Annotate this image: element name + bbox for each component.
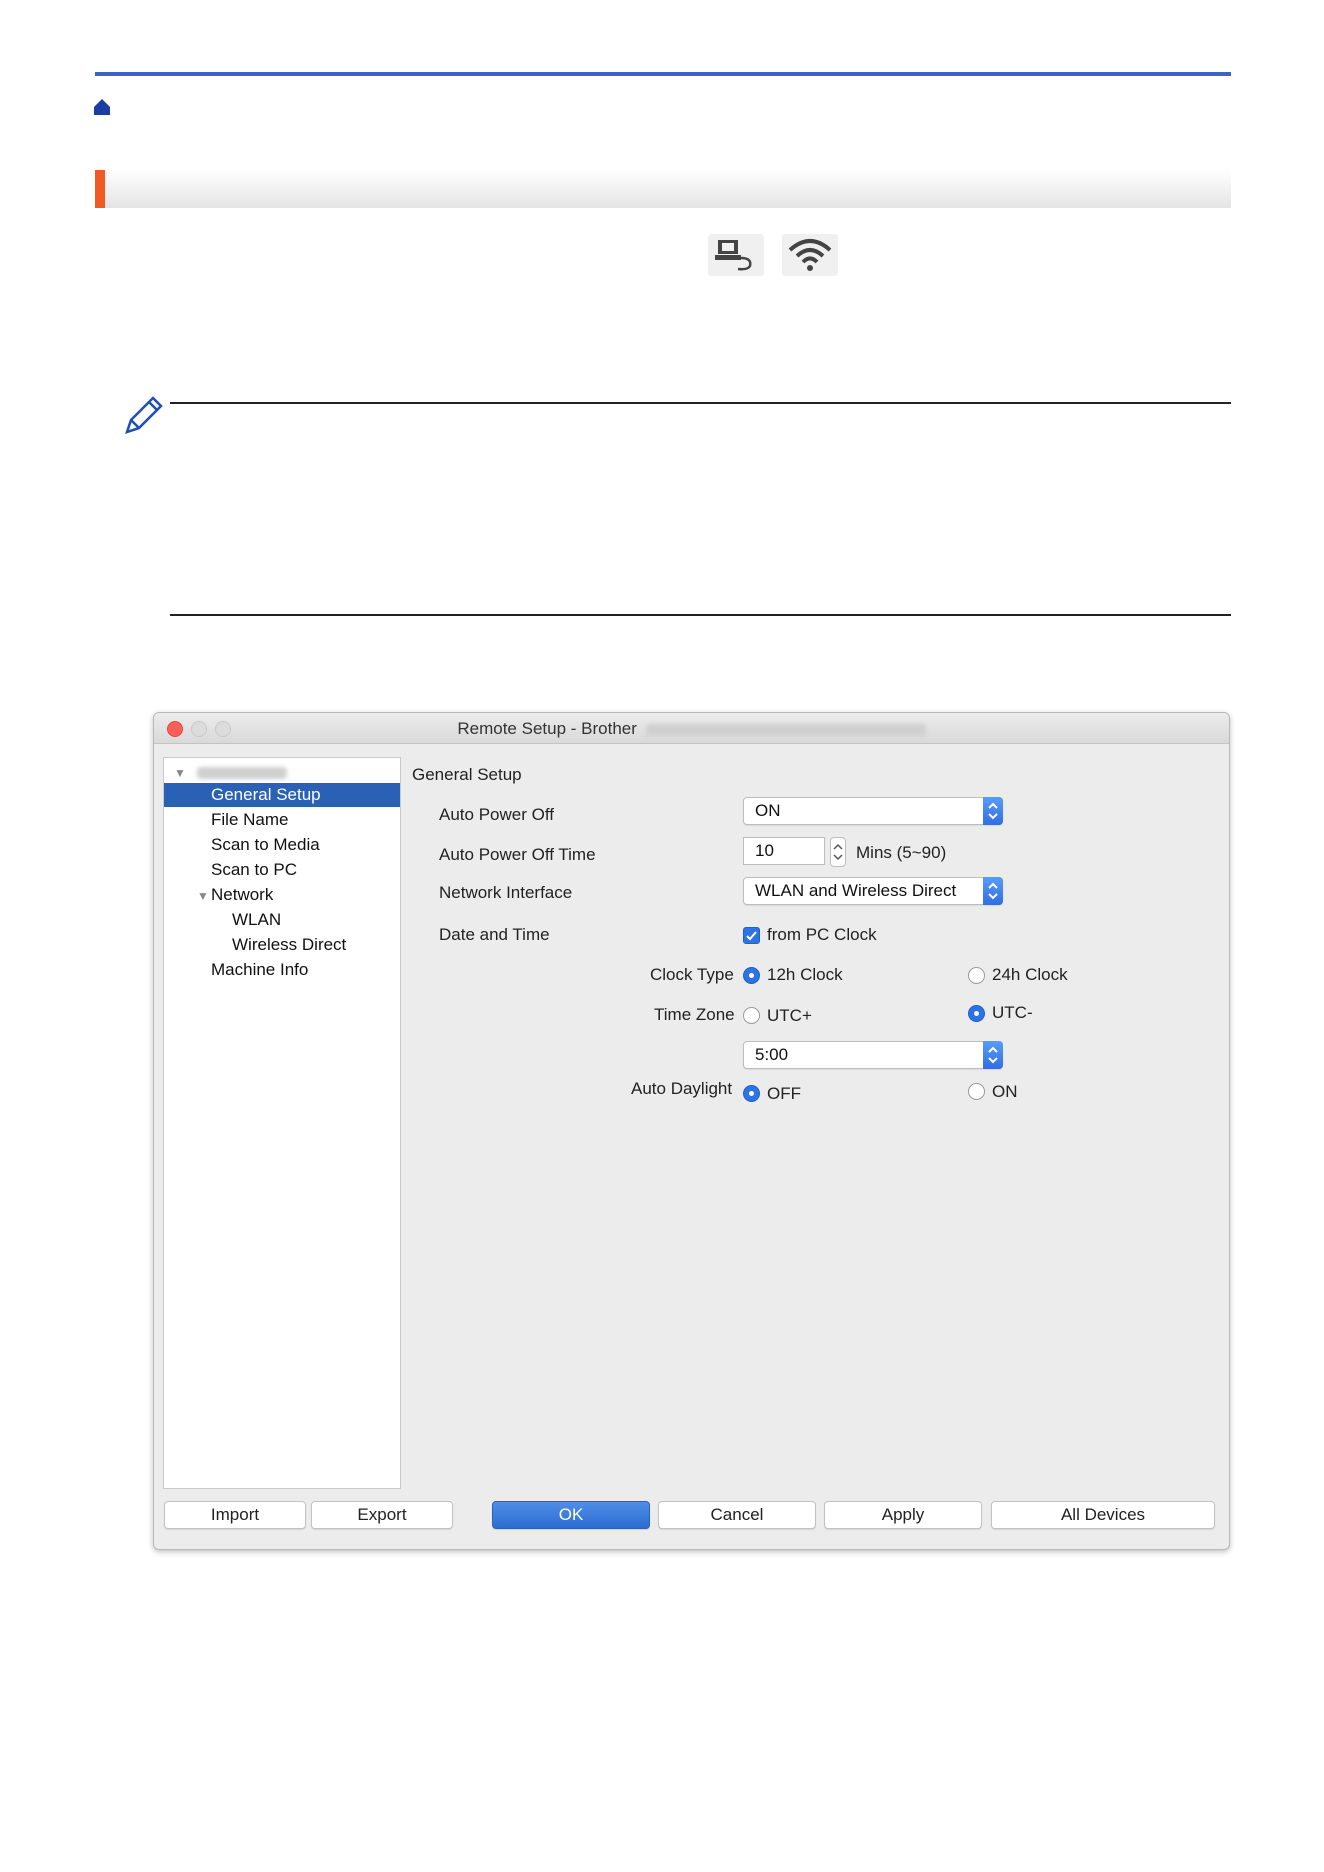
- pencil-note-icon: [125, 396, 163, 434]
- tree-item-label: File Name: [211, 810, 289, 829]
- popup-chevrons-icon: [983, 1041, 1003, 1069]
- utc-minus-radio[interactable]: [968, 1005, 985, 1022]
- utc-minus-label: UTC-: [992, 1003, 1033, 1022]
- tree-item-label: Machine Info: [211, 960, 309, 979]
- import-button[interactable]: Import: [164, 1501, 306, 1529]
- top-rule: [95, 72, 1231, 76]
- window-title-text: Remote Setup - Brother: [457, 719, 637, 738]
- daylight-on-label: ON: [992, 1082, 1018, 1101]
- settings-tree: ▼ General Setup File Name Scan to Media …: [163, 757, 401, 1489]
- tree-item-label: Scan to Media: [211, 835, 320, 854]
- redacted-model: [645, 723, 926, 736]
- tree-item-file-name[interactable]: File Name: [164, 808, 400, 832]
- utc-plus-radio[interactable]: [743, 1007, 760, 1024]
- tree-item-wireless-direct[interactable]: Wireless Direct: [164, 933, 400, 957]
- utc-offset-value: 5:00: [755, 1045, 789, 1064]
- panel-heading: General Setup: [412, 765, 522, 784]
- clock-type-label: Clock Type: [650, 965, 734, 984]
- from-pc-clock-checkbox[interactable]: [743, 927, 760, 944]
- usb-icon: [708, 234, 764, 276]
- from-pc-clock-label: from PC Clock: [767, 925, 877, 944]
- auto-power-off-select[interactable]: ON: [743, 797, 1003, 825]
- tree-item-label: Scan to PC: [211, 860, 297, 879]
- window-title: Remote Setup - Brother: [154, 719, 1229, 739]
- home-icon[interactable]: [93, 98, 111, 116]
- tree-item-general-setup[interactable]: General Setup: [164, 783, 400, 807]
- network-interface-select[interactable]: WLAN and Wireless Direct: [743, 877, 1003, 905]
- tree-item-label: Network: [211, 885, 274, 904]
- utc-plus-label: UTC+: [767, 1006, 812, 1025]
- clock-12h-radio[interactable]: [743, 967, 760, 984]
- tree-item-label: Wireless Direct: [232, 935, 347, 954]
- daylight-off-radio[interactable]: [743, 1085, 760, 1102]
- popup-chevrons-icon: [983, 797, 1003, 825]
- time-zone-label: Time Zone: [654, 1005, 735, 1024]
- wifi-icon: [782, 234, 838, 276]
- tree-item-scan-to-pc[interactable]: Scan to PC: [164, 858, 400, 882]
- section-heading-bar: [95, 170, 1231, 208]
- clock-12h-label: 12h Clock: [767, 965, 843, 984]
- export-button[interactable]: Export: [311, 1501, 453, 1529]
- daylight-on-radio[interactable]: [968, 1083, 985, 1100]
- window-titlebar: Remote Setup - Brother: [154, 713, 1229, 744]
- disclosure-triangle-icon[interactable]: ▼: [174, 761, 188, 785]
- auto-power-off-label: Auto Power Off: [439, 805, 554, 824]
- tree-item-network[interactable]: ▼ Network: [164, 883, 400, 907]
- remote-setup-window: Remote Setup - Brother ▼ General Setup F…: [153, 712, 1230, 1550]
- clock-24h-radio[interactable]: [968, 967, 985, 984]
- tree-root[interactable]: ▼: [164, 760, 410, 784]
- tree-item-label: WLAN: [232, 910, 282, 929]
- redacted-device-name: [196, 766, 287, 779]
- note-rule-top: [170, 402, 1231, 404]
- apply-button[interactable]: Apply: [824, 1501, 982, 1529]
- network-interface-label: Network Interface: [439, 883, 573, 902]
- all-devices-button[interactable]: All Devices: [991, 1501, 1215, 1529]
- minutes-range-label: Mins (5~90): [856, 843, 947, 862]
- section-accent: [95, 170, 105, 208]
- popup-chevrons-icon: [983, 877, 1003, 905]
- ok-button[interactable]: OK: [492, 1501, 650, 1529]
- daylight-off-label: OFF: [767, 1084, 801, 1103]
- utc-offset-select[interactable]: 5:00: [743, 1041, 1003, 1069]
- tree-item-label: General Setup: [211, 785, 321, 804]
- disclosure-triangle-icon[interactable]: ▼: [197, 884, 211, 908]
- network-interface-value: WLAN and Wireless Direct: [755, 881, 957, 900]
- tree-item-wlan[interactable]: WLAN: [164, 908, 400, 932]
- tree-item-machine-info[interactable]: Machine Info: [164, 958, 400, 982]
- note-rule-bottom: [170, 614, 1231, 616]
- cancel-button[interactable]: Cancel: [658, 1501, 816, 1529]
- tree-item-scan-to-media[interactable]: Scan to Media: [164, 833, 400, 857]
- date-and-time-label: Date and Time: [439, 925, 550, 944]
- auto-power-off-value: ON: [755, 801, 781, 820]
- auto-power-off-time-value: 10: [755, 841, 774, 860]
- auto-power-off-time-label: Auto Power Off Time: [439, 845, 596, 864]
- auto-power-off-time-input[interactable]: 10: [743, 837, 825, 865]
- clock-24h-label: 24h Clock: [992, 965, 1068, 984]
- time-stepper[interactable]: [830, 837, 846, 867]
- auto-daylight-label: Auto Daylight: [631, 1079, 733, 1098]
